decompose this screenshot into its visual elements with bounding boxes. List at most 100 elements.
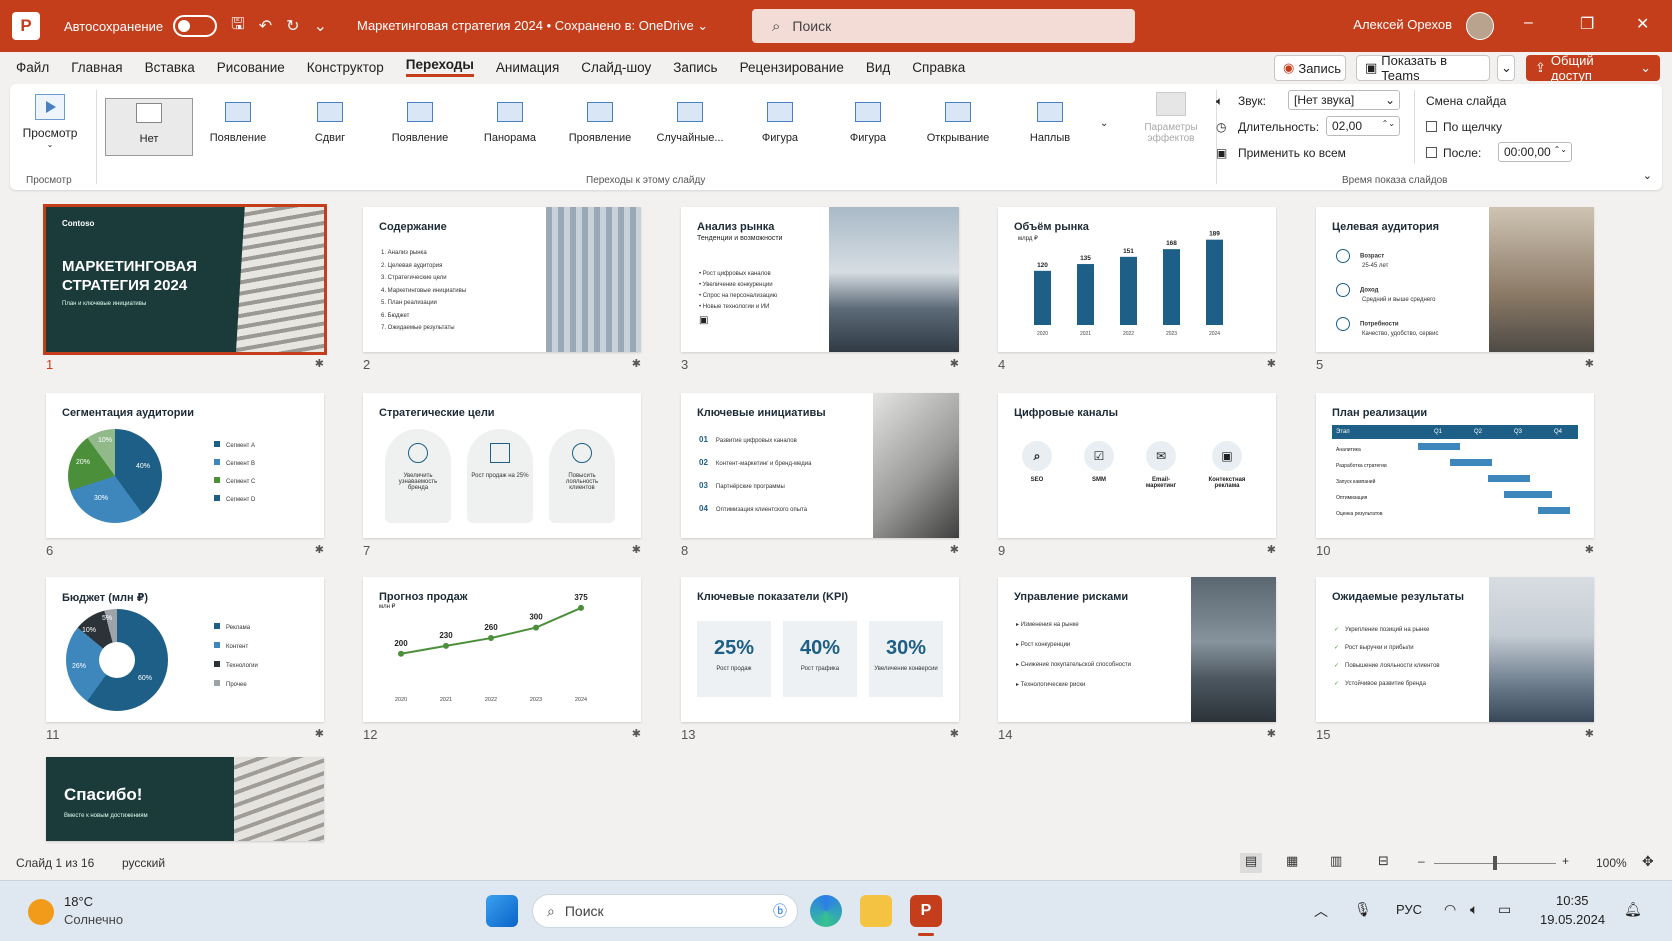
slide-counter[interactable]: Слайд 1 из 16 xyxy=(16,856,94,870)
slide-thumbnail-4[interactable]: Объём рынка млрд ₽ 120 2020 135 2021 151 2022… xyxy=(998,207,1276,372)
transition-fade[interactable]: Наплыв xyxy=(1006,98,1094,156)
reading-view-icon[interactable]: ▥ xyxy=(1330,853,1342,869)
undo-icon[interactable]: ↶ xyxy=(259,16,272,36)
wifi-icon[interactable]: ◠ xyxy=(1444,901,1456,918)
transition-reveal[interactable]: Проявление xyxy=(556,98,644,156)
collapse-ribbon-icon[interactable]: ⌄ xyxy=(1643,169,1652,182)
slide-sorter-view-icon[interactable]: ▦ xyxy=(1286,853,1298,869)
on-click-checkbox-box[interactable] xyxy=(1426,121,1437,132)
after-checkbox[interactable]: После: xyxy=(1426,146,1481,160)
slideshow-view-icon[interactable]: ⊟ xyxy=(1378,853,1389,869)
record-button[interactable]: ◉ Запись xyxy=(1274,55,1346,81)
duration-stepper[interactable]: 02,00 ⌃⌄ xyxy=(1326,116,1400,136)
apply-to-all-button[interactable]: Применить ко всем xyxy=(1238,146,1346,160)
minimize-button[interactable]: – xyxy=(1524,14,1533,32)
transition-pan[interactable]: Панорама xyxy=(466,98,554,156)
tab-home[interactable]: Главная xyxy=(71,60,122,75)
channel-seo: ⌕ SEO xyxy=(1014,441,1060,483)
clock-date[interactable]: 19.05.2024 xyxy=(1540,912,1605,927)
preview-button[interactable]: Просмотр ⌄ xyxy=(20,94,80,149)
zoom-level[interactable]: 100% xyxy=(1596,856,1627,870)
transition-appear[interactable]: Появление xyxy=(194,98,282,156)
edge-browser-icon[interactable] xyxy=(810,895,842,927)
slide-thumbnail-15[interactable]: Ожидаемые результаты ✓ Укрепление позиций… xyxy=(1316,577,1594,742)
avatar[interactable] xyxy=(1466,12,1494,40)
gallery-scroll-icon[interactable]: ⌄ xyxy=(1100,118,1108,129)
tab-record[interactable]: Запись xyxy=(673,60,717,75)
segmentation-pie-chart xyxy=(68,429,162,523)
slide-thumbnail-13[interactable]: Ключевые показатели (KPI) 25% Рост продаж… xyxy=(681,577,959,742)
present-in-teams-button[interactable]: ▣ Показать в Teams xyxy=(1356,53,1490,83)
risks-list: ▸ Изменения на рынке ▸ Рост конкуренции ▸ … xyxy=(1016,622,1132,688)
normal-view-icon[interactable]: ▤ xyxy=(1240,853,1262,873)
slide-thumbnail-14[interactable]: Управление рисками ▸ Изменения на рынке ▸… xyxy=(998,577,1276,742)
weather-temp[interactable]: 18°C xyxy=(64,894,93,909)
windows-start-icon[interactable] xyxy=(486,895,518,927)
slide-thumbnail-3[interactable]: Анализ рынка Тенденции и возможности • Р… xyxy=(681,207,959,372)
tab-design[interactable]: Конструктор xyxy=(307,60,384,75)
notification-bell-icon[interactable]: 🔔︎ xyxy=(1624,901,1642,918)
transition-random[interactable]: Случайные... xyxy=(646,98,734,156)
after-time-stepper[interactable]: 00:00,00 ⌃⌄ xyxy=(1498,142,1572,162)
fit-to-window-icon[interactable]: ✥ xyxy=(1642,853,1654,870)
slide-thumbnail-5[interactable]: Целевая аудитория Возраст 25-45 лет Доход… xyxy=(1316,207,1594,372)
zoom-out-button[interactable]: – xyxy=(1418,854,1425,868)
teams-dropdown[interactable]: ⌄ xyxy=(1497,55,1515,81)
slide-thumbnail-1[interactable]: Contoso МАРКЕТИНГОВАЯ СТРАТЕГИЯ 2024 Пла… xyxy=(43,204,327,372)
file-explorer-icon[interactable] xyxy=(860,895,892,927)
after-checkbox-box[interactable] xyxy=(1426,147,1437,158)
tab-help[interactable]: Справка xyxy=(912,60,965,75)
customize-qat-icon[interactable]: ⌄ xyxy=(314,16,327,36)
restore-button[interactable]: ❐ xyxy=(1580,14,1594,34)
tab-slideshow[interactable]: Слайд-шоу xyxy=(581,60,651,75)
zoom-in-button[interactable]: + xyxy=(1562,854,1569,868)
tab-transitions[interactable]: Переходы xyxy=(405,57,474,77)
document-title[interactable]: Маркетинговая стратегия 2024 • Сохранено… xyxy=(357,18,708,34)
effect-options-button[interactable]: Параметры эффектов xyxy=(1134,92,1208,144)
slide-thumbnail-9[interactable]: Цифровые каналы ⌕ SEO ☑ SMM ✉ Email-маркети… xyxy=(998,393,1276,558)
slide-thumbnail-10[interactable]: План реализации Этап Q1 Q2 Q3 Q4 Аналитика Ра… xyxy=(1316,393,1594,558)
on-click-checkbox[interactable]: По щелчку xyxy=(1426,120,1502,134)
user-name[interactable]: Алексей Орехов xyxy=(1353,17,1452,32)
search-box[interactable]: ⌕ Поиск xyxy=(752,9,1135,43)
zoom-slider-thumb[interactable] xyxy=(1493,856,1497,870)
autosave-toggle[interactable] xyxy=(173,15,218,37)
tab-view[interactable]: Вид xyxy=(866,60,890,75)
language-indicator[interactable]: русский xyxy=(122,856,165,870)
slide-thumbnail-8[interactable]: Ключевые инициативы 01 Развитие цифровых … xyxy=(681,393,959,558)
slide-thumbnail-2[interactable]: Содержание 1. Анализ рынка 2. Целевая ауд… xyxy=(363,207,641,372)
slide-thumbnail-11[interactable]: Бюджет (млн ₽) 60% 26% 10% 5% Реклама Ко… xyxy=(46,577,324,742)
battery-icon[interactable]: ▭ xyxy=(1498,901,1511,918)
search-placeholder: Поиск xyxy=(792,18,832,34)
transition-star-icon: ✱ xyxy=(949,544,959,556)
share-button[interactable]: ⇪ Общий доступ ⌄ xyxy=(1526,53,1660,83)
transition-push[interactable]: Сдвиг xyxy=(286,98,374,156)
tab-insert[interactable]: Вставка xyxy=(145,60,195,75)
sound-dropdown[interactable]: [Нет звука] ⌄ xyxy=(1288,90,1400,110)
transition-shape-2[interactable]: Фигура xyxy=(824,98,912,156)
redo-icon[interactable]: ↻ xyxy=(286,16,299,36)
slide-thumbnail-16[interactable]: Спасибо! Вместе к новым достижениям xyxy=(46,757,324,841)
transition-shape[interactable]: Фигура xyxy=(736,98,824,156)
powerpoint-taskbar-icon[interactable]: P xyxy=(910,895,942,927)
close-button[interactable]: ✕ xyxy=(1636,14,1649,34)
slide-thumbnail-7[interactable]: Стратегические цели Увеличить узнаваемос… xyxy=(363,393,641,558)
transition-none[interactable]: Нет xyxy=(105,98,193,156)
transition-open[interactable]: Открывание xyxy=(914,98,1002,156)
weather-sun-icon[interactable] xyxy=(28,899,54,925)
volume-icon[interactable]: 🔈︎ xyxy=(1470,901,1478,918)
tab-file[interactable]: Файл xyxy=(16,60,49,75)
taskbar-search[interactable]: ⌕ Поиск ⓑ xyxy=(532,894,798,928)
weather-desc[interactable]: Солнечно xyxy=(64,912,123,927)
tab-review[interactable]: Рецензирование xyxy=(740,60,844,75)
tab-draw[interactable]: Рисование xyxy=(217,60,285,75)
chevron-up-icon[interactable]: ︿ xyxy=(1314,901,1328,921)
microphone-icon[interactable]: 🎙︎ xyxy=(1354,901,1372,918)
clock-time[interactable]: 10:35 xyxy=(1556,893,1589,908)
slide-thumbnail-12[interactable]: Прогноз продаж млн ₽ 200 2020 230 2021 260 20… xyxy=(363,577,641,742)
slide-thumbnail-6[interactable]: Сегментация аудитории 10% 40% 30% 20% Се… xyxy=(46,393,324,558)
tab-animations[interactable]: Анимация xyxy=(496,60,559,75)
transition-appear-2[interactable]: Появление xyxy=(376,98,464,156)
input-language[interactable]: РУС xyxy=(1396,902,1422,917)
save-icon[interactable]: 🖫 xyxy=(231,13,245,40)
